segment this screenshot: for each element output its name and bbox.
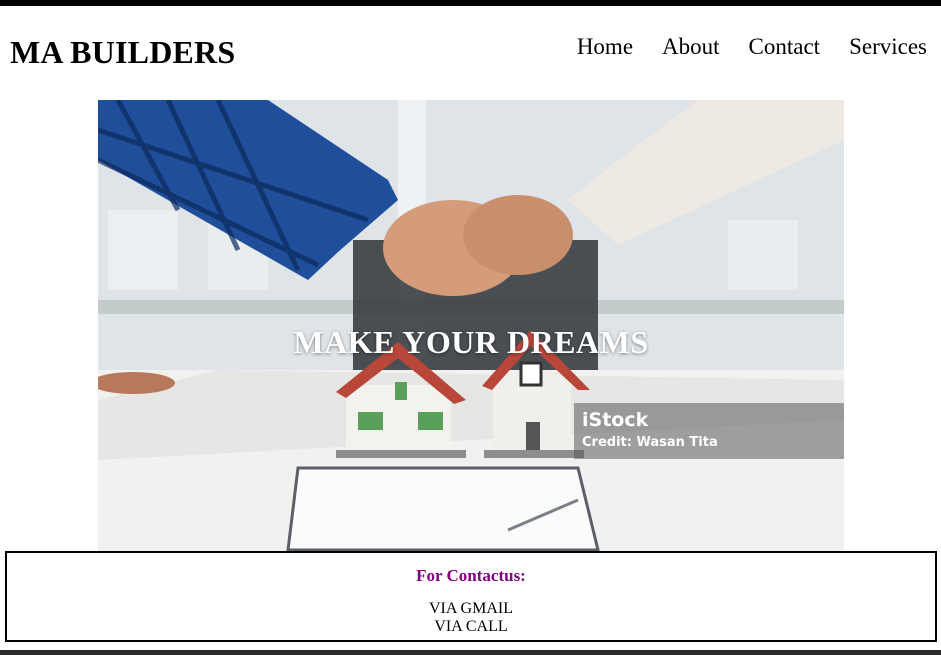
image-credit: Credit: Wasan Tita [582, 435, 718, 450]
hero-banner: MAKE YOUR DREAMS iStock Credit: Wasan Ti… [98, 100, 844, 551]
contact-heading: For Contactus: [416, 566, 526, 585]
hero-title: MAKE YOUR DREAMS [293, 324, 649, 360]
main-nav: Home About Contact Services [577, 34, 927, 60]
top-border [0, 0, 941, 6]
istock-logo: iStock [582, 409, 649, 431]
bottom-border [0, 650, 941, 655]
image-watermark: iStock Credit: Wasan Tita [574, 403, 844, 459]
nav-about-link[interactable]: About [662, 34, 720, 60]
contact-call[interactable]: VIA CALL [7, 618, 935, 636]
nav-contact-link[interactable]: Contact [749, 34, 821, 60]
contact-section: For Contactus: VIA GMAIL VIA CALL [5, 551, 937, 642]
site-logo[interactable]: MA BUILDERS [10, 34, 235, 71]
nav-home-link[interactable]: Home [577, 34, 633, 60]
contact-gmail[interactable]: VIA GMAIL [7, 600, 935, 618]
nav-services-link[interactable]: Services [849, 34, 927, 60]
